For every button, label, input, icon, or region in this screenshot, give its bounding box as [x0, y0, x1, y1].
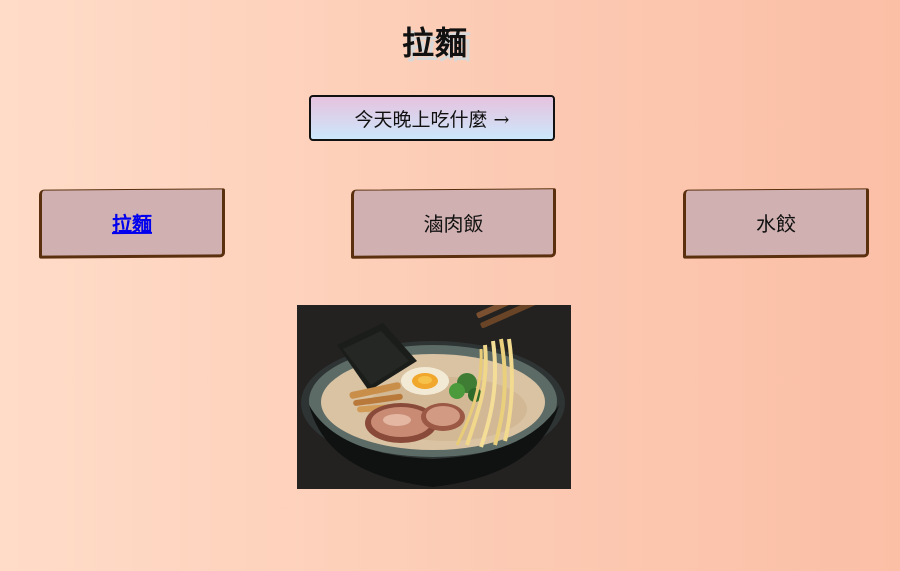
tab-ramen[interactable]: 拉麵 — [39, 188, 225, 259]
tab-dumplings[interactable]: 水餃 — [683, 188, 869, 259]
page-title: 拉麵 — [401, 24, 468, 62]
ramen-photo — [297, 305, 571, 489]
next-page-button[interactable]: 今天晚上吃什麼 → — [309, 95, 555, 141]
tab-braised-pork-rice[interactable]: 滷肉飯 — [351, 188, 556, 259]
